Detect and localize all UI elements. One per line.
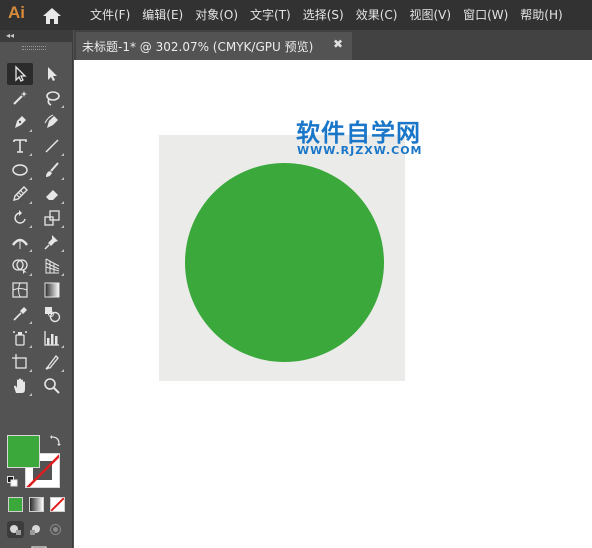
hand-tool[interactable] bbox=[7, 375, 33, 397]
watermark-title: 软件自学网 bbox=[296, 119, 421, 147]
pencil-tool[interactable] bbox=[7, 183, 33, 205]
magic-wand-tool[interactable] bbox=[7, 87, 33, 109]
fill-swatch[interactable] bbox=[7, 435, 40, 468]
tools-panel-header: ◂◂ bbox=[0, 30, 73, 42]
shape-builder-tool[interactable] bbox=[7, 255, 33, 277]
zoom-tool[interactable] bbox=[39, 375, 65, 397]
menu-type[interactable]: 文字(T) bbox=[244, 0, 297, 30]
eraser-tool[interactable] bbox=[39, 183, 65, 205]
menu-select[interactable]: 选择(S) bbox=[297, 0, 350, 30]
canvas[interactable]: 软件自学网 WWW.RJZXW.COM bbox=[74, 60, 592, 548]
lasso-icon bbox=[46, 91, 60, 106]
none-mode-button[interactable] bbox=[50, 497, 65, 512]
gradient-mode-button[interactable] bbox=[29, 497, 44, 512]
document-tab-title: 未标题-1* @ 302.07% (CMYK/GPU 预览) bbox=[82, 39, 314, 54]
menu-help[interactable]: 帮助(H) bbox=[514, 0, 568, 30]
watermark-url: WWW.RJZXW.COM bbox=[297, 144, 423, 157]
blend-tool[interactable] bbox=[39, 303, 65, 325]
perspective-grid-icon bbox=[45, 258, 60, 274]
document-tab-bar: 未标题-1* @ 302.07% (CMYK/GPU 预览) ✖ bbox=[74, 30, 592, 60]
main-menu: 文件(F) 编辑(E) 对象(O) 文字(T) 选择(S) 效果(C) 视图(V… bbox=[84, 0, 569, 30]
type-t-icon bbox=[13, 139, 27, 153]
direct-selection-tool[interactable] bbox=[39, 63, 65, 85]
direct-selection-arrow-icon bbox=[48, 67, 57, 81]
selection-arrow-icon bbox=[15, 65, 27, 82]
default-fill-stroke-icon[interactable] bbox=[7, 476, 18, 487]
mesh-icon bbox=[12, 282, 28, 298]
green-circle-shape[interactable] bbox=[185, 163, 384, 362]
none-slash-icon bbox=[51, 498, 64, 511]
rotate-tool[interactable] bbox=[7, 207, 33, 229]
menu-window[interactable]: 窗口(W) bbox=[457, 0, 514, 30]
slice-tool[interactable] bbox=[39, 351, 65, 373]
slice-knife-icon bbox=[45, 355, 59, 370]
color-mode-button[interactable] bbox=[8, 497, 23, 512]
panel-grip[interactable] bbox=[22, 46, 46, 50]
ellipse-icon bbox=[12, 164, 28, 176]
menu-object[interactable]: 对象(O) bbox=[189, 0, 244, 30]
ellipse-tool[interactable] bbox=[7, 159, 33, 181]
pen-tool[interactable] bbox=[7, 111, 33, 133]
magic-wand-icon bbox=[13, 91, 27, 105]
blend-icon bbox=[45, 307, 61, 323]
shape-builder-icon bbox=[12, 259, 28, 274]
width-tool[interactable] bbox=[7, 231, 33, 253]
line-segment-icon bbox=[45, 139, 59, 153]
gradient-tool[interactable] bbox=[39, 279, 65, 301]
scale-icon bbox=[44, 210, 60, 226]
swap-fill-stroke-icon[interactable] bbox=[50, 434, 62, 446]
draw-normal-button[interactable] bbox=[7, 521, 24, 538]
puppet-warp-tool[interactable] bbox=[39, 231, 65, 253]
magnifier-icon bbox=[44, 378, 60, 394]
menu-bar: Ai 文件(F) 编辑(E) 对象(O) 文字(T) 选择(S) 效果(C) 视… bbox=[0, 0, 592, 30]
tools-panel: ◂◂ bbox=[0, 30, 73, 548]
eraser-icon bbox=[46, 190, 58, 200]
symbol-sprayer-icon bbox=[13, 331, 27, 346]
symbol-sprayer-tool[interactable] bbox=[7, 327, 33, 349]
eyedropper-tool[interactable] bbox=[7, 303, 33, 325]
draw-normal-icon bbox=[10, 525, 21, 535]
width-tool-icon bbox=[12, 238, 28, 249]
mesh-tool[interactable] bbox=[7, 279, 33, 301]
scale-tool[interactable] bbox=[39, 207, 65, 229]
curvature-pen-icon bbox=[44, 114, 58, 128]
pencil-icon bbox=[13, 186, 28, 201]
column-graph-tool[interactable] bbox=[39, 327, 65, 349]
menu-effect[interactable]: 效果(C) bbox=[350, 0, 404, 30]
perspective-grid-tool[interactable] bbox=[39, 255, 65, 277]
menu-edit[interactable]: 编辑(E) bbox=[136, 0, 189, 30]
menu-file[interactable]: 文件(F) bbox=[84, 0, 136, 30]
artboard-tool[interactable] bbox=[7, 351, 33, 373]
close-tab-icon[interactable]: ✖ bbox=[333, 37, 343, 51]
app-logo: Ai bbox=[8, 3, 25, 22]
artboard[interactable] bbox=[159, 135, 405, 381]
paintbrush-tool[interactable] bbox=[39, 159, 65, 181]
draw-behind-button[interactable] bbox=[27, 521, 44, 538]
curvature-tool[interactable] bbox=[39, 111, 65, 133]
eyedropper-icon bbox=[13, 307, 27, 321]
selection-tool[interactable] bbox=[7, 63, 33, 85]
draw-inside-icon bbox=[50, 524, 61, 535]
home-icon[interactable] bbox=[41, 6, 63, 26]
document-tab[interactable]: 未标题-1* @ 302.07% (CMYK/GPU 预览) ✖ bbox=[76, 32, 352, 60]
menu-view[interactable]: 视图(V) bbox=[403, 0, 457, 30]
pushpin-icon bbox=[44, 235, 58, 250]
paintbrush-icon bbox=[46, 162, 59, 177]
draw-behind-icon bbox=[30, 525, 40, 535]
rotate-icon bbox=[14, 210, 26, 224]
gradient-icon bbox=[44, 282, 60, 298]
artboard-icon bbox=[12, 354, 27, 369]
type-tool[interactable] bbox=[7, 135, 33, 157]
collapse-panel-icon[interactable]: ◂◂ bbox=[6, 30, 14, 42]
lasso-tool[interactable] bbox=[39, 87, 65, 109]
column-graph-icon bbox=[44, 331, 59, 346]
pen-nib-icon bbox=[15, 116, 26, 128]
hand-icon bbox=[14, 378, 25, 393]
draw-inside-button[interactable] bbox=[47, 521, 64, 538]
line-segment-tool[interactable] bbox=[39, 135, 65, 157]
